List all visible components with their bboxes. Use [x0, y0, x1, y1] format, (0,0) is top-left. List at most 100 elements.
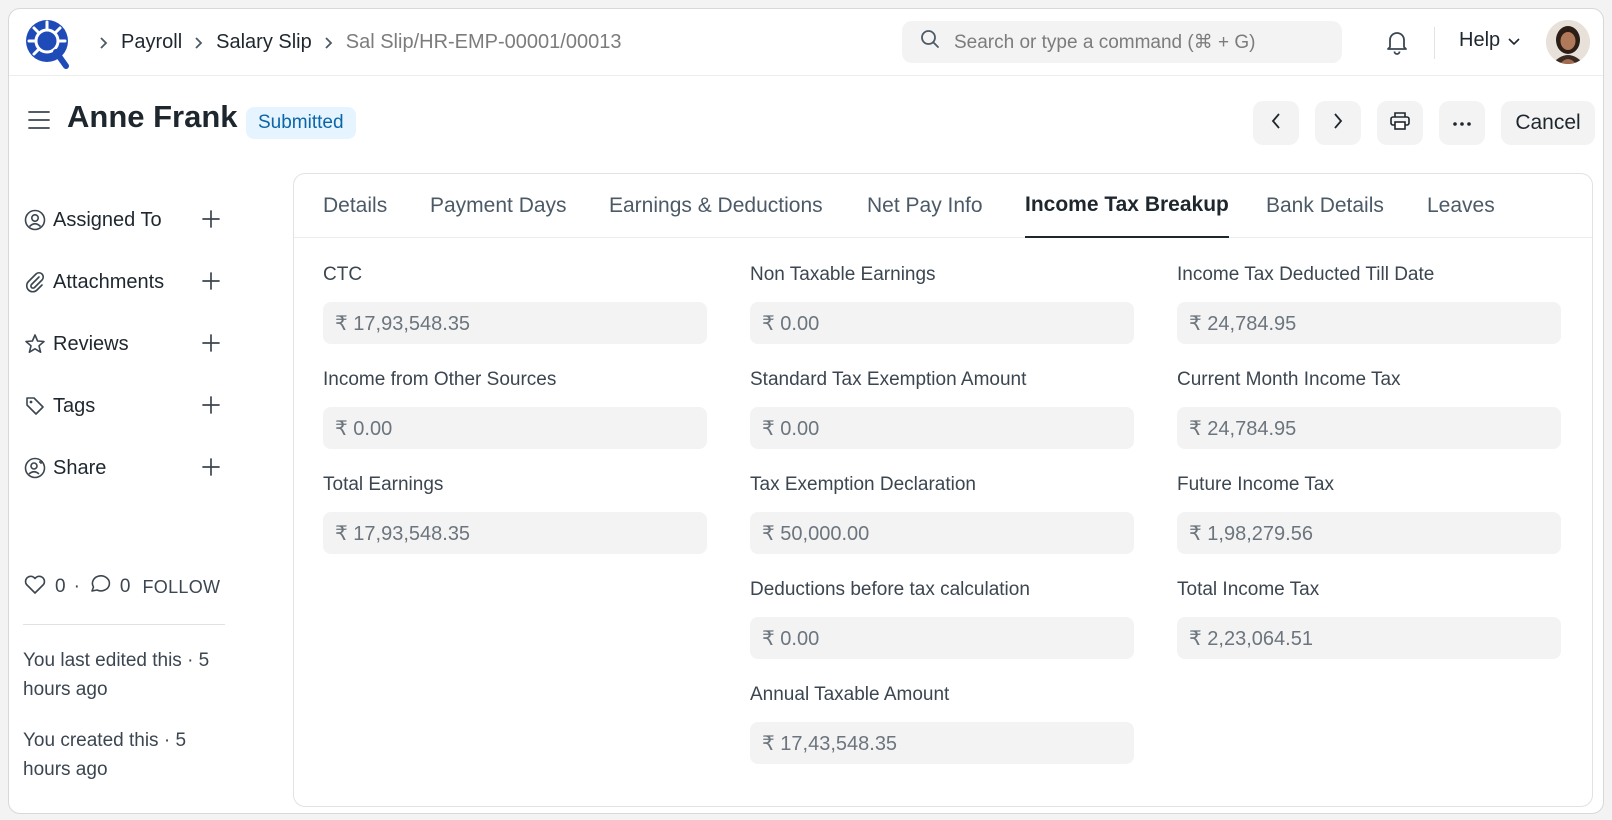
avatar[interactable]	[1546, 20, 1590, 64]
field-income-other-sources: Income from Other Sources ₹ 0.00	[323, 369, 707, 449]
follow-button[interactable]: FOLLOW	[142, 577, 220, 598]
chevron-left-icon	[1270, 112, 1282, 135]
social-actions: 0 · 0 FOLLOW	[23, 573, 220, 601]
hamburger-menu-icon[interactable]	[27, 109, 51, 136]
user-circle-icon	[23, 209, 47, 231]
tab-net-pay-info[interactable]: Net Pay Info	[867, 174, 983, 238]
field-non-taxable-earnings: Non Taxable Earnings ₹ 0.00	[750, 264, 1134, 344]
sidebar-item-label: Tags	[53, 394, 96, 417]
sidebar-item-assigned-to[interactable]: Assigned To	[23, 189, 233, 251]
tax-exemption-declaration-field[interactable]: ₹ 50,000.00	[750, 512, 1134, 554]
comments-count: 0	[119, 576, 131, 597]
breadcrumb: Payroll Salary Slip Sal Slip/HR-EMP-0000…	[87, 9, 621, 76]
future-income-tax-field[interactable]: ₹ 1,98,279.56	[1177, 512, 1561, 554]
sidebar-item-tags[interactable]: Tags	[23, 375, 233, 437]
tag-icon	[23, 395, 47, 417]
field-income-tax-deducted: Income Tax Deducted Till Date ₹ 24,784.9…	[1177, 264, 1561, 344]
field-label: Future Income Tax	[1177, 474, 1335, 495]
form-sidebar: Assigned To Attachments Reviews Tags Sha…	[23, 189, 233, 499]
field-label: Income Tax Deducted Till Date	[1177, 264, 1435, 285]
search-placeholder: Search or type a command (⌘ + G)	[954, 31, 1256, 53]
total-earnings-field[interactable]: ₹ 17,93,548.35	[323, 512, 707, 554]
paperclip-icon	[23, 271, 47, 293]
help-dropdown[interactable]: Help	[1459, 29, 1520, 52]
tab-details[interactable]: Details	[323, 174, 387, 238]
total-income-tax-field[interactable]: ₹ 2,23,064.51	[1177, 617, 1561, 659]
field-label: Standard Tax Exemption Amount	[750, 369, 1027, 390]
field-label: Deductions before tax calculation	[750, 579, 1030, 600]
top-navbar: Payroll Salary Slip Sal Slip/HR-EMP-0000…	[9, 9, 1603, 76]
sidebar-item-share[interactable]: Share	[23, 437, 233, 499]
more-actions-button[interactable]	[1439, 101, 1485, 145]
page-title: Anne Frank	[67, 99, 238, 134]
breadcrumb-current[interactable]: Sal Slip/HR-EMP-00001/00013	[346, 31, 622, 54]
previous-record-button[interactable]	[1253, 101, 1299, 145]
breadcrumb-payroll[interactable]: Payroll	[121, 31, 182, 54]
chevron-right-icon	[1332, 112, 1344, 135]
cancel-button[interactable]: Cancel	[1501, 101, 1595, 145]
likes-count: 0	[55, 576, 66, 597]
breadcrumb-salary-slip[interactable]: Salary Slip	[216, 31, 312, 54]
non-taxable-earnings-field[interactable]: ₹ 0.00	[750, 302, 1134, 344]
tab-income-tax-breakup[interactable]: Income Tax Breakup	[1025, 174, 1229, 238]
created-text: You created this · 5 hours ago	[23, 730, 187, 780]
heart-icon[interactable]	[23, 573, 47, 601]
ellipsis-icon	[1452, 114, 1472, 132]
current-month-income-tax-field[interactable]: ₹ 24,784.95	[1177, 407, 1561, 449]
plus-icon[interactable]	[201, 457, 221, 483]
field-standard-tax-exemption: Standard Tax Exemption Amount ₹ 0.00	[750, 369, 1134, 449]
standard-tax-exemption-field[interactable]: ₹ 0.00	[750, 407, 1134, 449]
sidebar-item-label: Share	[53, 456, 107, 479]
sidebar-item-label: Reviews	[53, 332, 129, 355]
app-logo-icon[interactable]	[24, 18, 72, 70]
sidebar-divider	[23, 624, 225, 625]
share-user-icon	[23, 457, 47, 479]
field-total-income-tax: Total Income Tax ₹ 2,23,064.51	[1177, 579, 1561, 659]
bell-icon[interactable]	[1385, 29, 1409, 60]
printer-icon	[1389, 111, 1411, 136]
tab-leaves[interactable]: Leaves	[1427, 174, 1495, 238]
field-ctc: CTC ₹ 17,93,548.35	[323, 264, 707, 344]
tab-payment-days[interactable]: Payment Days	[430, 174, 567, 238]
field-label: Non Taxable Earnings	[750, 264, 936, 285]
help-label: Help	[1459, 29, 1501, 51]
tab-bank-details[interactable]: Bank Details	[1266, 174, 1384, 238]
navbar-divider	[1434, 27, 1435, 59]
search-input[interactable]: Search or type a command (⌘ + G)	[902, 21, 1342, 63]
page-header: Anne Frank Submitted Cancel	[9, 77, 1603, 169]
chevron-down-icon	[1508, 29, 1520, 52]
field-label: Annual Taxable Amount	[750, 684, 950, 705]
field-label: Income from Other Sources	[323, 369, 557, 390]
chevron-right-icon	[324, 36, 334, 50]
field-total-earnings: Total Earnings ₹ 17,93,548.35	[323, 474, 707, 554]
plus-icon[interactable]	[201, 333, 221, 359]
field-tax-exemption-declaration: Tax Exemption Declaration ₹ 50,000.00	[750, 474, 1134, 554]
next-record-button[interactable]	[1315, 101, 1361, 145]
annual-taxable-amount-field[interactable]: ₹ 17,43,548.35	[750, 722, 1134, 764]
sidebar-item-attachments[interactable]: Attachments	[23, 251, 233, 313]
plus-icon[interactable]	[201, 395, 221, 421]
comment-icon[interactable]	[88, 573, 112, 601]
field-annual-taxable-amount: Annual Taxable Amount ₹ 17,43,548.35	[750, 684, 1134, 764]
print-button[interactable]	[1377, 101, 1423, 145]
sidebar-item-label: Assigned To	[53, 208, 162, 231]
separator-dot: ·	[73, 576, 80, 597]
deductions-before-tax-field[interactable]: ₹ 0.00	[750, 617, 1134, 659]
field-label: CTC	[323, 264, 363, 285]
field-label: Current Month Income Tax	[1177, 369, 1401, 390]
last-edited-text: You last edited this · 5 hours ago	[23, 650, 210, 700]
tab-earnings-deductions[interactable]: Earnings & Deductions	[609, 174, 823, 238]
plus-icon[interactable]	[201, 271, 221, 297]
app-window: Payroll Salary Slip Sal Slip/HR-EMP-0000…	[8, 8, 1604, 814]
field-future-income-tax: Future Income Tax ₹ 1,98,279.56	[1177, 474, 1561, 554]
form-card: Details Payment Days Earnings & Deductio…	[293, 173, 1593, 807]
field-label: Total Income Tax	[1177, 579, 1320, 600]
chevron-right-icon	[194, 36, 204, 50]
income-other-sources-field[interactable]: ₹ 0.00	[323, 407, 707, 449]
ctc-field[interactable]: ₹ 17,93,548.35	[323, 302, 707, 344]
income-tax-deducted-field[interactable]: ₹ 24,784.95	[1177, 302, 1561, 344]
plus-icon[interactable]	[201, 209, 221, 235]
sidebar-item-reviews[interactable]: Reviews	[23, 313, 233, 375]
field-label: Tax Exemption Declaration	[750, 474, 976, 495]
sidebar-item-label: Attachments	[53, 270, 165, 293]
